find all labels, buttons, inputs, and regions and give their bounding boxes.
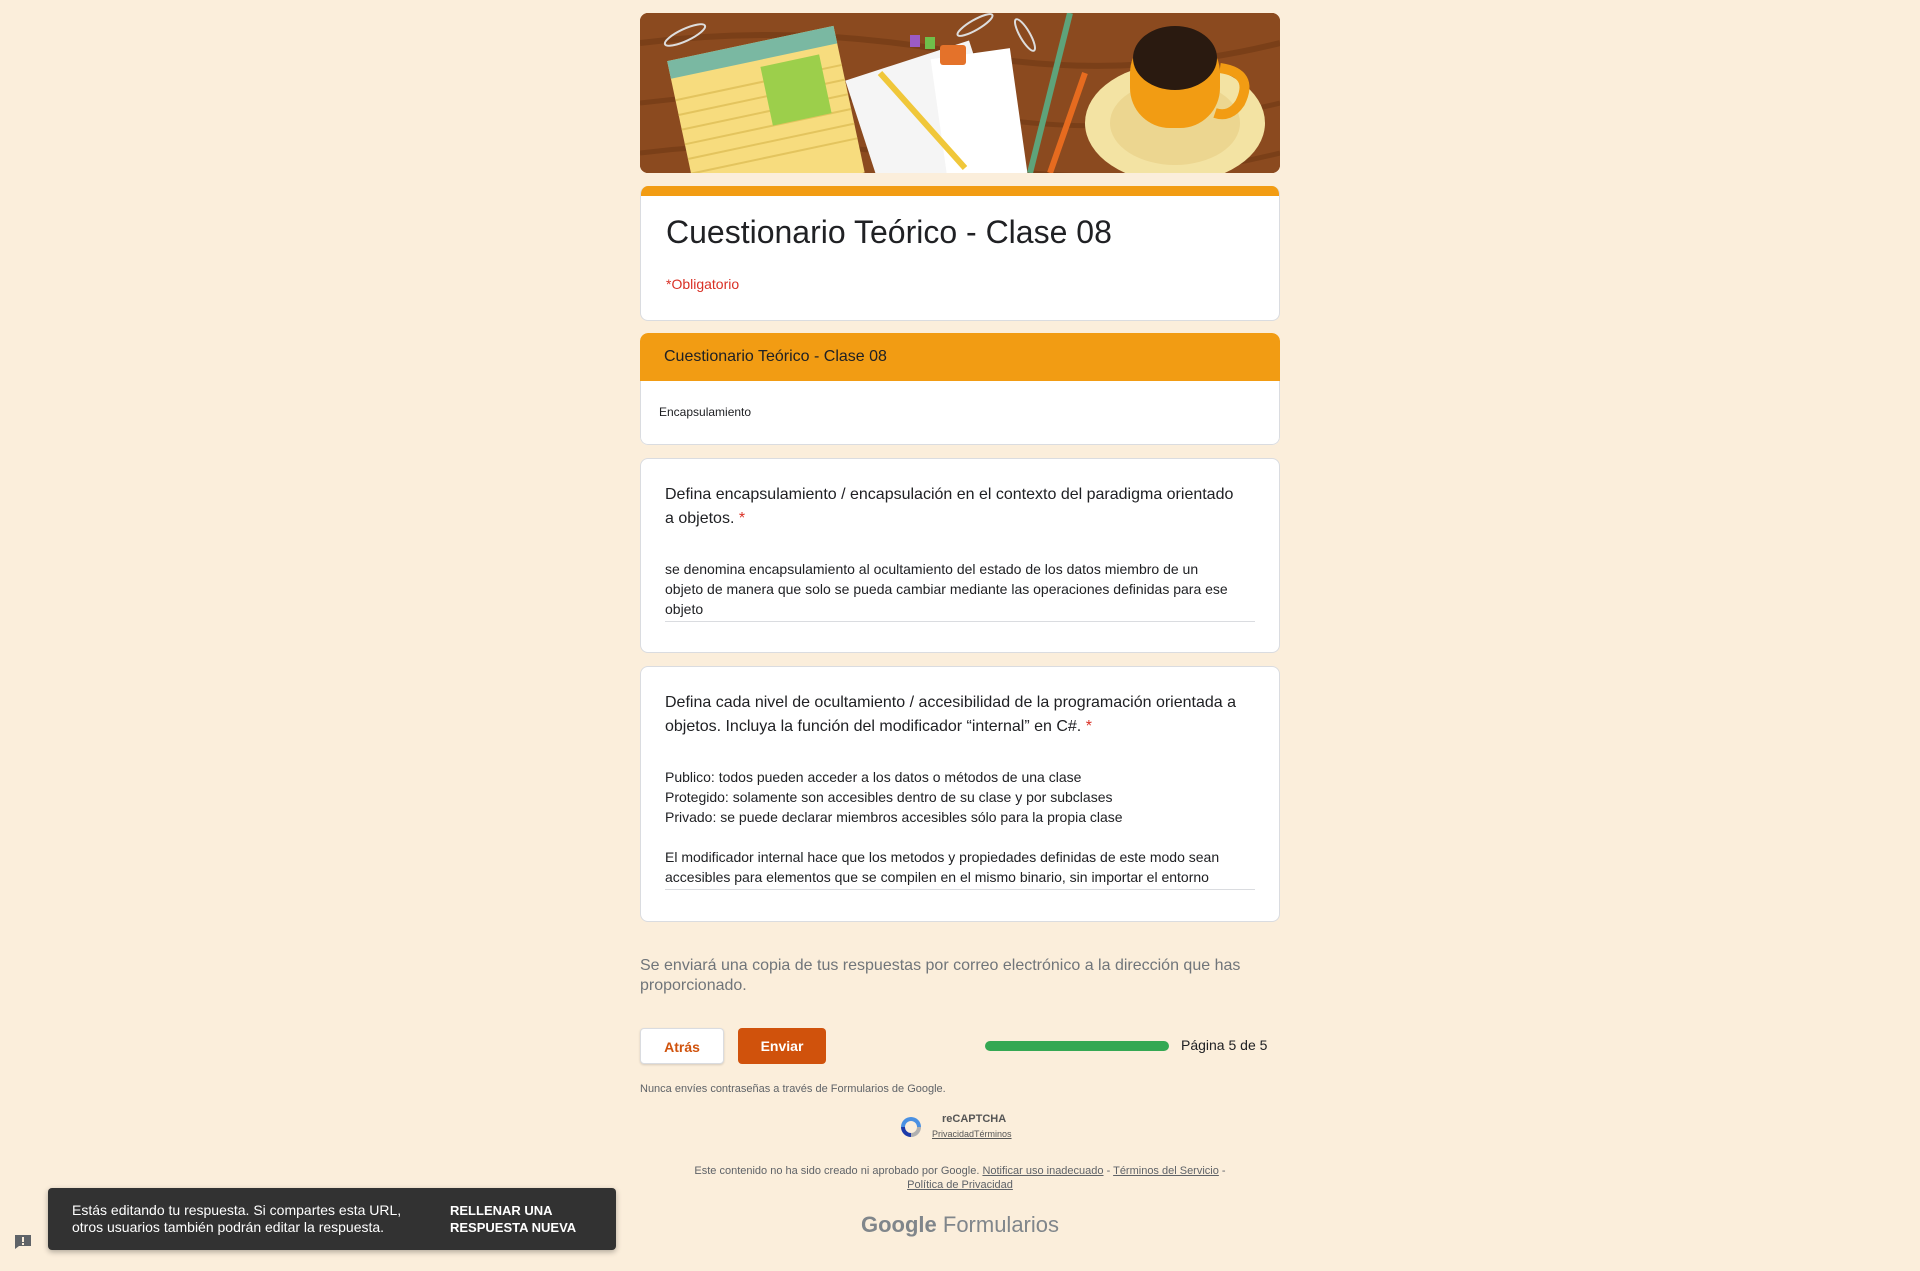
answer-textarea[interactable]: Publico: todos pueden acceder a los dato… xyxy=(665,767,1255,890)
required-note: *Obligatorio xyxy=(666,276,740,292)
privacy-link[interactable]: Política de Privacidad xyxy=(907,1179,1013,1191)
title-accent-bar xyxy=(641,186,1279,196)
password-warning: Nunca envíes contraseñas a través de For… xyxy=(640,1083,946,1095)
question-label: Defina encapsulamiento / encapsulación e… xyxy=(665,486,1234,527)
report-abuse-link[interactable]: Notificar uso inadecuado xyxy=(982,1165,1103,1177)
recaptcha-logo-icon xyxy=(901,1117,921,1137)
brand-google: Google xyxy=(860,1212,937,1237)
progress-bar xyxy=(985,1041,1169,1051)
question-text: Defina encapsulamiento / encapsulación e… xyxy=(665,483,1255,531)
answer-textarea[interactable]: se denomina encapsulamiento al ocultamie… xyxy=(665,559,1255,622)
back-button[interactable]: Atrás xyxy=(640,1028,724,1064)
footer: Este contenido no ha sido creado ni apro… xyxy=(640,1164,1280,1192)
submit-button[interactable]: Enviar xyxy=(738,1028,826,1064)
question-card: Defina encapsulamiento / encapsulación e… xyxy=(640,458,1280,653)
required-asterisk: * xyxy=(1085,718,1092,735)
recaptcha-links: PrivacidadTérminos xyxy=(932,1129,1012,1139)
recaptcha-title: reCAPTCHA xyxy=(942,1113,1007,1125)
footer-disclaimer: Este contenido no ha sido creado ni apro… xyxy=(694,1165,980,1177)
email-copy-note: Se enviará una copia de tus respuestas p… xyxy=(640,957,1241,994)
page-indicator: Página 5 de 5 xyxy=(1181,1037,1268,1053)
terms-link[interactable]: Términos del Servicio xyxy=(1113,1165,1219,1177)
edit-snackbar: Estás editando tu respuesta. Si comparte… xyxy=(48,1188,616,1250)
snackbar-message: Estás editando tu respuesta. Si comparte… xyxy=(72,1202,402,1235)
question-card: Defina cada nivel de ocultamiento / acce… xyxy=(640,666,1280,922)
separator: - xyxy=(1103,1165,1114,1177)
recaptcha-badge: reCAPTCHA PrivacidadTérminos xyxy=(898,1112,1022,1142)
brand-product: Formularios xyxy=(942,1212,1060,1237)
section-card: Cuestionario Teórico - Clase 08 Encapsul… xyxy=(640,333,1280,445)
section-description: Encapsulamiento xyxy=(640,381,1280,445)
form-title: Cuestionario Teórico - Clase 08 xyxy=(666,214,1112,250)
google-forms-logo[interactable]: Google Formularios xyxy=(640,1212,1280,1238)
new-response-button[interactable]: RELLENAR UNA RESPUESTA NUEVA xyxy=(450,1202,600,1236)
recaptcha-terms-link[interactable]: Términos xyxy=(974,1129,1012,1139)
required-asterisk: * xyxy=(738,510,746,527)
question-label: Defina cada nivel de ocultamiento / acce… xyxy=(665,694,1237,735)
recaptcha-privacy-link[interactable]: Privacidad xyxy=(932,1129,974,1139)
question-text: Defina cada nivel de ocultamiento / acce… xyxy=(665,691,1255,739)
feedback-icon[interactable] xyxy=(14,1234,32,1250)
section-title: Cuestionario Teórico - Clase 08 xyxy=(640,333,1280,381)
header-banner xyxy=(640,13,1280,173)
form-title-card: Cuestionario Teórico - Clase 08 *Obligat… xyxy=(640,186,1280,321)
separator: - xyxy=(1218,1165,1226,1177)
